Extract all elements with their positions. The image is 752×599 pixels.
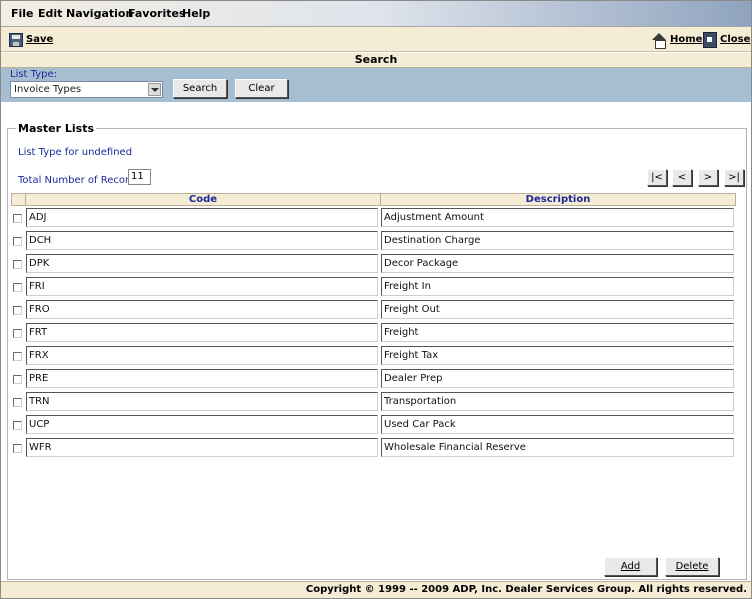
description-cell[interactable]: Freight Out (381, 300, 734, 319)
close-button[interactable]: Close (703, 31, 750, 48)
first-page-button[interactable]: |< (647, 169, 667, 186)
table-row: FRT Freight (1, 323, 752, 343)
code-cell[interactable]: WFR (26, 438, 378, 457)
description-cell[interactable]: Freight Tax (381, 346, 734, 365)
description-column-header[interactable]: Description (380, 193, 736, 206)
row-checkbox[interactable] (13, 329, 22, 338)
table-row: WFR Wholesale Financial Reserve (1, 438, 752, 458)
list-type-value: Invoice Types (14, 84, 82, 95)
search-button[interactable]: Search (173, 79, 227, 98)
code-cell[interactable]: FRO (26, 300, 378, 319)
search-panel: List Type: Invoice Types Search Clear (1, 68, 751, 102)
description-cell[interactable]: Decor Package (381, 254, 734, 273)
row-checkbox[interactable] (13, 214, 22, 223)
menu-favorites[interactable]: Favorites (128, 7, 185, 20)
code-cell[interactable]: PRE (26, 369, 378, 388)
previous-page-button[interactable]: < (672, 169, 692, 186)
code-column-header[interactable]: Code (25, 193, 381, 206)
copyright-footer: Copyright © 1999 -- 2009 ADP, Inc. Deale… (1, 581, 751, 598)
delete-button[interactable]: Delete (665, 557, 719, 576)
save-label: Save (26, 34, 54, 45)
description-cell[interactable]: Transportation (381, 392, 734, 411)
code-cell[interactable]: DCH (26, 231, 378, 250)
menu-file[interactable]: File (11, 7, 34, 20)
description-cell[interactable]: Adjustment Amount (381, 208, 734, 227)
save-icon (9, 32, 23, 47)
code-cell[interactable]: FRX (26, 346, 378, 365)
menu-edit[interactable]: Edit (38, 7, 62, 20)
code-cell[interactable]: FRT (26, 323, 378, 342)
home-button[interactable]: Home (652, 31, 703, 49)
save-button[interactable]: Save (9, 31, 53, 48)
last-page-button[interactable]: >| (724, 169, 744, 186)
total-records-label: Total Number of Records: (18, 175, 144, 186)
row-checkbox[interactable] (13, 444, 22, 453)
menu-bar: File Edit Navigation Favorites Help (1, 1, 751, 27)
description-cell[interactable]: Dealer Prep (381, 369, 734, 388)
toolbar: Save Home Close (1, 27, 751, 52)
page-title: Search (1, 53, 751, 68)
code-cell[interactable]: FRI (26, 277, 378, 296)
table-row: UCP Used Car Pack (1, 415, 752, 435)
code-cell[interactable]: ADJ (26, 208, 378, 227)
row-checkbox[interactable] (13, 375, 22, 384)
row-checkbox[interactable] (13, 306, 22, 315)
description-cell[interactable]: Destination Charge (381, 231, 734, 250)
next-page-button[interactable]: > (698, 169, 718, 186)
description-cell[interactable]: Wholesale Financial Reserve (381, 438, 734, 457)
chevron-down-icon[interactable] (148, 83, 161, 96)
home-label: Home (670, 34, 703, 45)
home-icon (652, 32, 667, 49)
list-type-label: List Type: (10, 69, 57, 80)
row-checkbox[interactable] (13, 421, 22, 430)
total-records-value: 11 (128, 169, 151, 185)
row-checkbox[interactable] (13, 398, 22, 407)
exit-door-icon (703, 31, 717, 48)
add-button[interactable]: Add (604, 557, 657, 576)
select-column-header (11, 193, 26, 206)
list-type-subtitle: List Type for undefined (18, 147, 133, 158)
row-checkbox[interactable] (13, 283, 22, 292)
row-checkbox[interactable] (13, 352, 22, 361)
table-row: PRE Dealer Prep (1, 369, 752, 389)
master-lists-legend: Master Lists (16, 122, 97, 135)
table-row: ADJ Adjustment Amount (1, 208, 752, 228)
table-row: TRN Transportation (1, 392, 752, 412)
table-row: FRX Freight Tax (1, 346, 752, 366)
clear-button[interactable]: Clear (235, 79, 288, 98)
description-cell[interactable]: Freight In (381, 277, 734, 296)
code-cell[interactable]: TRN (26, 392, 378, 411)
menu-help[interactable]: Help (182, 7, 210, 20)
table-row: DPK Decor Package (1, 254, 752, 274)
menu-navigation[interactable]: Navigation (66, 7, 133, 20)
row-checkbox[interactable] (13, 260, 22, 269)
code-cell[interactable]: UCP (26, 415, 378, 434)
close-label: Close (720, 34, 751, 45)
description-cell[interactable]: Used Car Pack (381, 415, 734, 434)
table-row: DCH Destination Charge (1, 231, 752, 251)
row-checkbox[interactable] (13, 237, 22, 246)
code-cell[interactable]: DPK (26, 254, 378, 273)
table-row: FRI Freight In (1, 277, 752, 297)
list-type-select[interactable]: Invoice Types (10, 81, 163, 98)
table-row: FRO Freight Out (1, 300, 752, 320)
description-cell[interactable]: Freight (381, 323, 734, 342)
